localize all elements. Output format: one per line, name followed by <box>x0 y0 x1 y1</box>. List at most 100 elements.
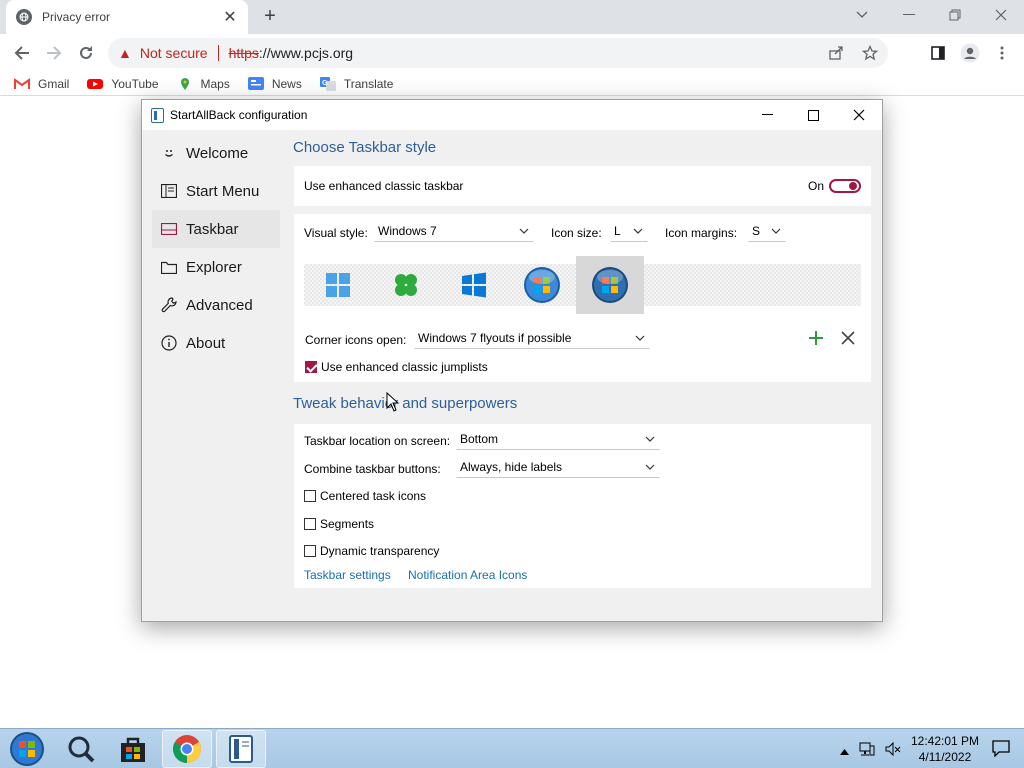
section-heading-tweak: Tweak behavior and superpowers <box>293 395 518 412</box>
bookmark-translate[interactable]: G Translate <box>319 76 394 91</box>
tab-search-icon[interactable] <box>848 4 876 26</box>
folder-icon <box>160 258 178 276</box>
back-icon[interactable] <box>10 41 34 65</box>
security-label[interactable]: Not secure <box>140 45 208 61</box>
bookmark-label: YouTube <box>111 76 159 91</box>
network-icon[interactable] <box>859 741 875 760</box>
bookmark-maps[interactable]: Maps <box>177 77 230 91</box>
mouse-cursor-icon <box>386 391 400 412</box>
dialog-titlebar[interactable]: StartAllBack configuration <box>142 100 882 130</box>
address-bar[interactable]: ▲ Not secure https ://www.pcjs.org <box>108 38 888 68</box>
dialog-close-icon[interactable] <box>836 100 882 130</box>
tray-expand-icon[interactable] <box>840 744 849 758</box>
store-bag-icon <box>121 737 145 762</box>
tab-close-icon[interactable]: ✕ <box>222 7 238 27</box>
style-option-win7-selected[interactable] <box>576 256 644 314</box>
remove-icon[interactable] <box>841 331 855 345</box>
visual-style-select[interactable]: Windows 7 <box>374 220 534 242</box>
taskbar-search-button[interactable] <box>56 730 106 768</box>
taskbar-startallback-button[interactable] <box>216 730 266 768</box>
reload-icon[interactable] <box>74 41 98 65</box>
style-option-win10[interactable] <box>440 256 508 314</box>
sidebar-item-label: Taskbar <box>186 220 239 238</box>
bookmark-star-icon[interactable] <box>861 44 879 64</box>
side-panel-icon[interactable] <box>926 41 950 65</box>
menu-kebab-icon[interactable] <box>990 41 1014 65</box>
share-icon[interactable] <box>828 45 844 64</box>
taskbar-clock[interactable]: 12:42:01 PM 4/11/2022 <box>900 733 990 765</box>
corner-icons-label: Corner icons open: <box>305 333 407 347</box>
bookmark-label: News <box>271 76 302 91</box>
sidebar-item-taskbar[interactable]: Taskbar <box>152 210 280 248</box>
translate-icon: G <box>319 76 336 91</box>
url-protocol: https <box>228 45 259 61</box>
dialog-maximize-icon[interactable] <box>790 100 836 130</box>
clover-icon <box>395 274 417 296</box>
volume-muted-icon[interactable] <box>885 741 901 760</box>
close-window-icon[interactable] <box>987 4 1015 26</box>
taskbar-settings-link[interactable]: Taskbar settings <box>304 568 391 582</box>
new-tab-button[interactable]: + <box>260 6 280 26</box>
os-taskbar: 12:42:01 PM 4/11/2022 <box>0 728 1024 768</box>
icon-margins-select[interactable]: S <box>748 220 786 242</box>
bookmark-label: Translate <box>343 76 394 91</box>
dynamic-transparency-label[interactable]: Dynamic transparency <box>320 544 439 558</box>
icon-size-select[interactable]: L <box>610 220 648 242</box>
style-option-win11[interactable] <box>304 256 372 314</box>
segments-label[interactable]: Segments <box>320 517 374 531</box>
jumplists-checkbox[interactable] <box>305 361 317 373</box>
browser-tab[interactable]: Privacy error ✕ <box>6 0 248 34</box>
chrome-icon <box>173 735 201 763</box>
taskbar-chrome-button[interactable] <box>162 730 212 768</box>
enhanced-taskbar-label: Use enhanced classic taskbar <box>304 179 464 193</box>
centered-icons-label[interactable]: Centered task icons <box>320 489 426 503</box>
start-orb-button[interactable] <box>3 730 51 768</box>
taskbar-store-button[interactable] <box>108 730 158 768</box>
start-menu-icon <box>160 182 178 200</box>
dynamic-transparency-checkbox[interactable] <box>304 545 316 557</box>
profile-avatar-icon[interactable] <box>958 41 982 65</box>
sidebar-item-start-menu[interactable]: Start Menu <box>152 172 280 210</box>
clock-time: 12:42:01 PM <box>910 734 980 748</box>
centered-icons-checkbox[interactable] <box>304 490 316 502</box>
combine-select[interactable]: Always, hide labels <box>456 456 660 478</box>
sidebar-item-advanced[interactable]: Advanced <box>152 286 280 324</box>
url-host: ://www.pcjs.org <box>258 45 354 61</box>
location-select[interactable]: Bottom <box>456 428 660 450</box>
divider <box>217 45 219 61</box>
jumplists-label[interactable]: Use enhanced classic jumplists <box>321 360 488 374</box>
sidebar-item-about[interactable]: About <box>152 324 280 362</box>
warning-icon[interactable]: ▲ <box>118 45 132 61</box>
bookmark-youtube[interactable]: YouTube <box>87 76 159 91</box>
visual-style-value: Windows 7 <box>378 224 437 238</box>
gmail-icon <box>14 77 30 91</box>
sidebar-item-explorer[interactable]: Explorer <box>152 248 280 286</box>
action-center-icon[interactable] <box>992 740 1010 760</box>
smiley-icon <box>160 144 178 162</box>
bookmark-news[interactable]: News <box>247 76 302 91</box>
news-icon <box>247 77 264 91</box>
icon-margins-label: Icon margins: <box>665 226 738 240</box>
sidebar-item-label: Explorer <box>186 258 242 276</box>
bookmark-gmail[interactable]: Gmail <box>14 77 69 91</box>
forward-icon[interactable] <box>42 41 66 65</box>
style-option-win7-orb[interactable] <box>508 256 576 314</box>
chevron-down-icon <box>635 335 645 341</box>
windows7-orb-icon <box>592 267 628 303</box>
windows10-logo-icon <box>462 272 486 298</box>
restore-icon[interactable] <box>941 4 969 26</box>
add-icon[interactable] <box>808 330 824 346</box>
startallback-dialog: StartAllBack configuration Welcome Start… <box>141 99 883 622</box>
corner-icons-select[interactable]: Windows 7 flyouts if possible <box>414 327 650 349</box>
tab-title: Privacy error <box>42 10 111 24</box>
wrench-icon <box>160 296 178 314</box>
enhanced-taskbar-toggle[interactable] <box>829 179 861 193</box>
style-option-clover[interactable] <box>372 256 440 314</box>
minimize-icon[interactable] <box>895 4 923 26</box>
segments-checkbox[interactable] <box>304 518 316 530</box>
globe-icon <box>16 9 32 25</box>
bookmark-label: Gmail <box>38 76 70 91</box>
notification-area-icons-link[interactable]: Notification Area Icons <box>408 568 527 582</box>
sidebar-item-welcome[interactable]: Welcome <box>152 134 280 172</box>
dialog-minimize-icon[interactable] <box>744 100 790 130</box>
